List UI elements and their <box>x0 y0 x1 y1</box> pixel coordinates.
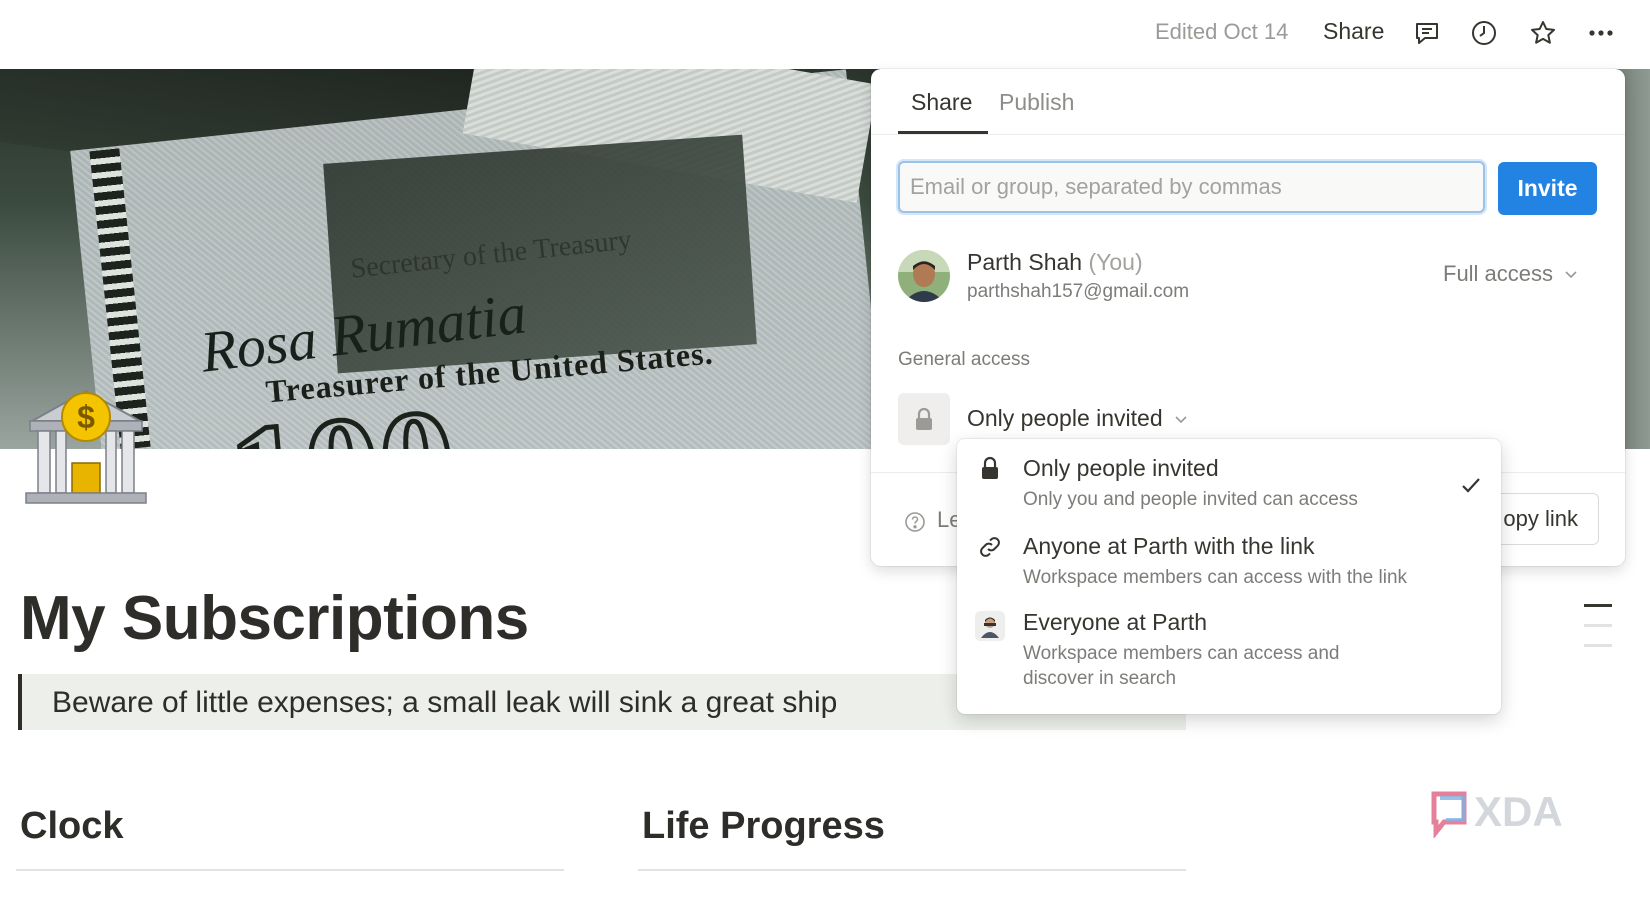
access-option-everyone[interactable]: Everyone at Parth Workspace members can … <box>957 599 1501 711</box>
lock-icon <box>975 453 1005 483</box>
svg-text:$: $ <box>77 399 95 435</box>
member-access-label: Full access <box>1443 261 1554 286</box>
chevron-down-icon <box>1565 271 1577 279</box>
star-icon[interactable] <box>1526 16 1560 50</box>
toc-line[interactable] <box>1584 604 1612 607</box>
option-title: Everyone at Parth <box>1023 609 1208 635</box>
chevron-down-icon <box>1175 415 1187 423</box>
tab-share[interactable]: Share <box>911 89 972 116</box>
heading-clock[interactable]: Clock <box>20 805 123 848</box>
access-option-only-invited[interactable]: Only people invited Only you and people … <box>957 439 1501 517</box>
checkmark-icon <box>1462 478 1480 493</box>
workspace-avatar-icon <box>975 611 1005 641</box>
option-description: discover in search <box>1023 668 1177 689</box>
xda-watermark-logo: XDA XDA <box>1428 784 1586 840</box>
svg-text:XDA: XDA <box>1474 788 1563 835</box>
toc-line[interactable] <box>1584 624 1612 627</box>
option-description: Workspace members can access with the li… <box>1023 567 1408 588</box>
share-button[interactable]: Share <box>1323 18 1384 45</box>
member-name: Parth Shah (You) <box>967 249 1143 276</box>
divider <box>16 869 564 871</box>
link-icon <box>975 532 1005 562</box>
option-title: Only people invited <box>1023 455 1219 481</box>
member-email: parthshah157@gmail.com <box>967 281 1190 302</box>
invite-email-input[interactable] <box>898 161 1485 213</box>
toc-line[interactable] <box>1584 644 1612 647</box>
help-icon[interactable] <box>904 511 926 533</box>
table-of-contents-indicator[interactable] <box>1584 604 1612 664</box>
divider <box>871 134 1625 135</box>
lock-icon <box>898 393 950 445</box>
page-title[interactable]: My Subscriptions <box>20 583 529 654</box>
top-bar: Edited Oct 14 Share <box>0 0 1650 69</box>
tab-publish[interactable]: Publish <box>999 89 1074 116</box>
general-access-value: Only people invited <box>967 405 1163 431</box>
member-name-text: Parth Shah <box>967 249 1083 275</box>
option-description: Workspace members can access and <box>1023 643 1340 664</box>
edited-timestamp: Edited Oct 14 <box>1155 19 1289 44</box>
member-you-tag: (You) <box>1088 249 1143 275</box>
heading-life-progress[interactable]: Life Progress <box>642 805 885 848</box>
access-option-anyone-with-link[interactable]: Anyone at Parth with the link Workspace … <box>957 519 1501 597</box>
general-access-select[interactable]: Only people invited <box>967 405 1189 432</box>
general-access-label: General access <box>898 349 1031 370</box>
general-access-dropdown: Only people invited Only you and people … <box>957 439 1501 714</box>
option-description: Only you and people invited can access <box>1023 489 1358 510</box>
quote-text: Beware of little expenses; a small leak … <box>52 686 838 719</box>
comment-icon[interactable] <box>1410 16 1444 50</box>
bank-icon[interactable]: $ <box>22 383 150 511</box>
option-title: Anyone at Parth with the link <box>1023 533 1315 559</box>
history-icon[interactable] <box>1467 16 1501 50</box>
invite-button[interactable]: Invite <box>1498 162 1597 215</box>
avatar <box>898 250 950 302</box>
member-access-select[interactable]: Full access <box>1443 261 1579 287</box>
more-icon[interactable] <box>1584 16 1618 50</box>
divider <box>638 869 1186 871</box>
